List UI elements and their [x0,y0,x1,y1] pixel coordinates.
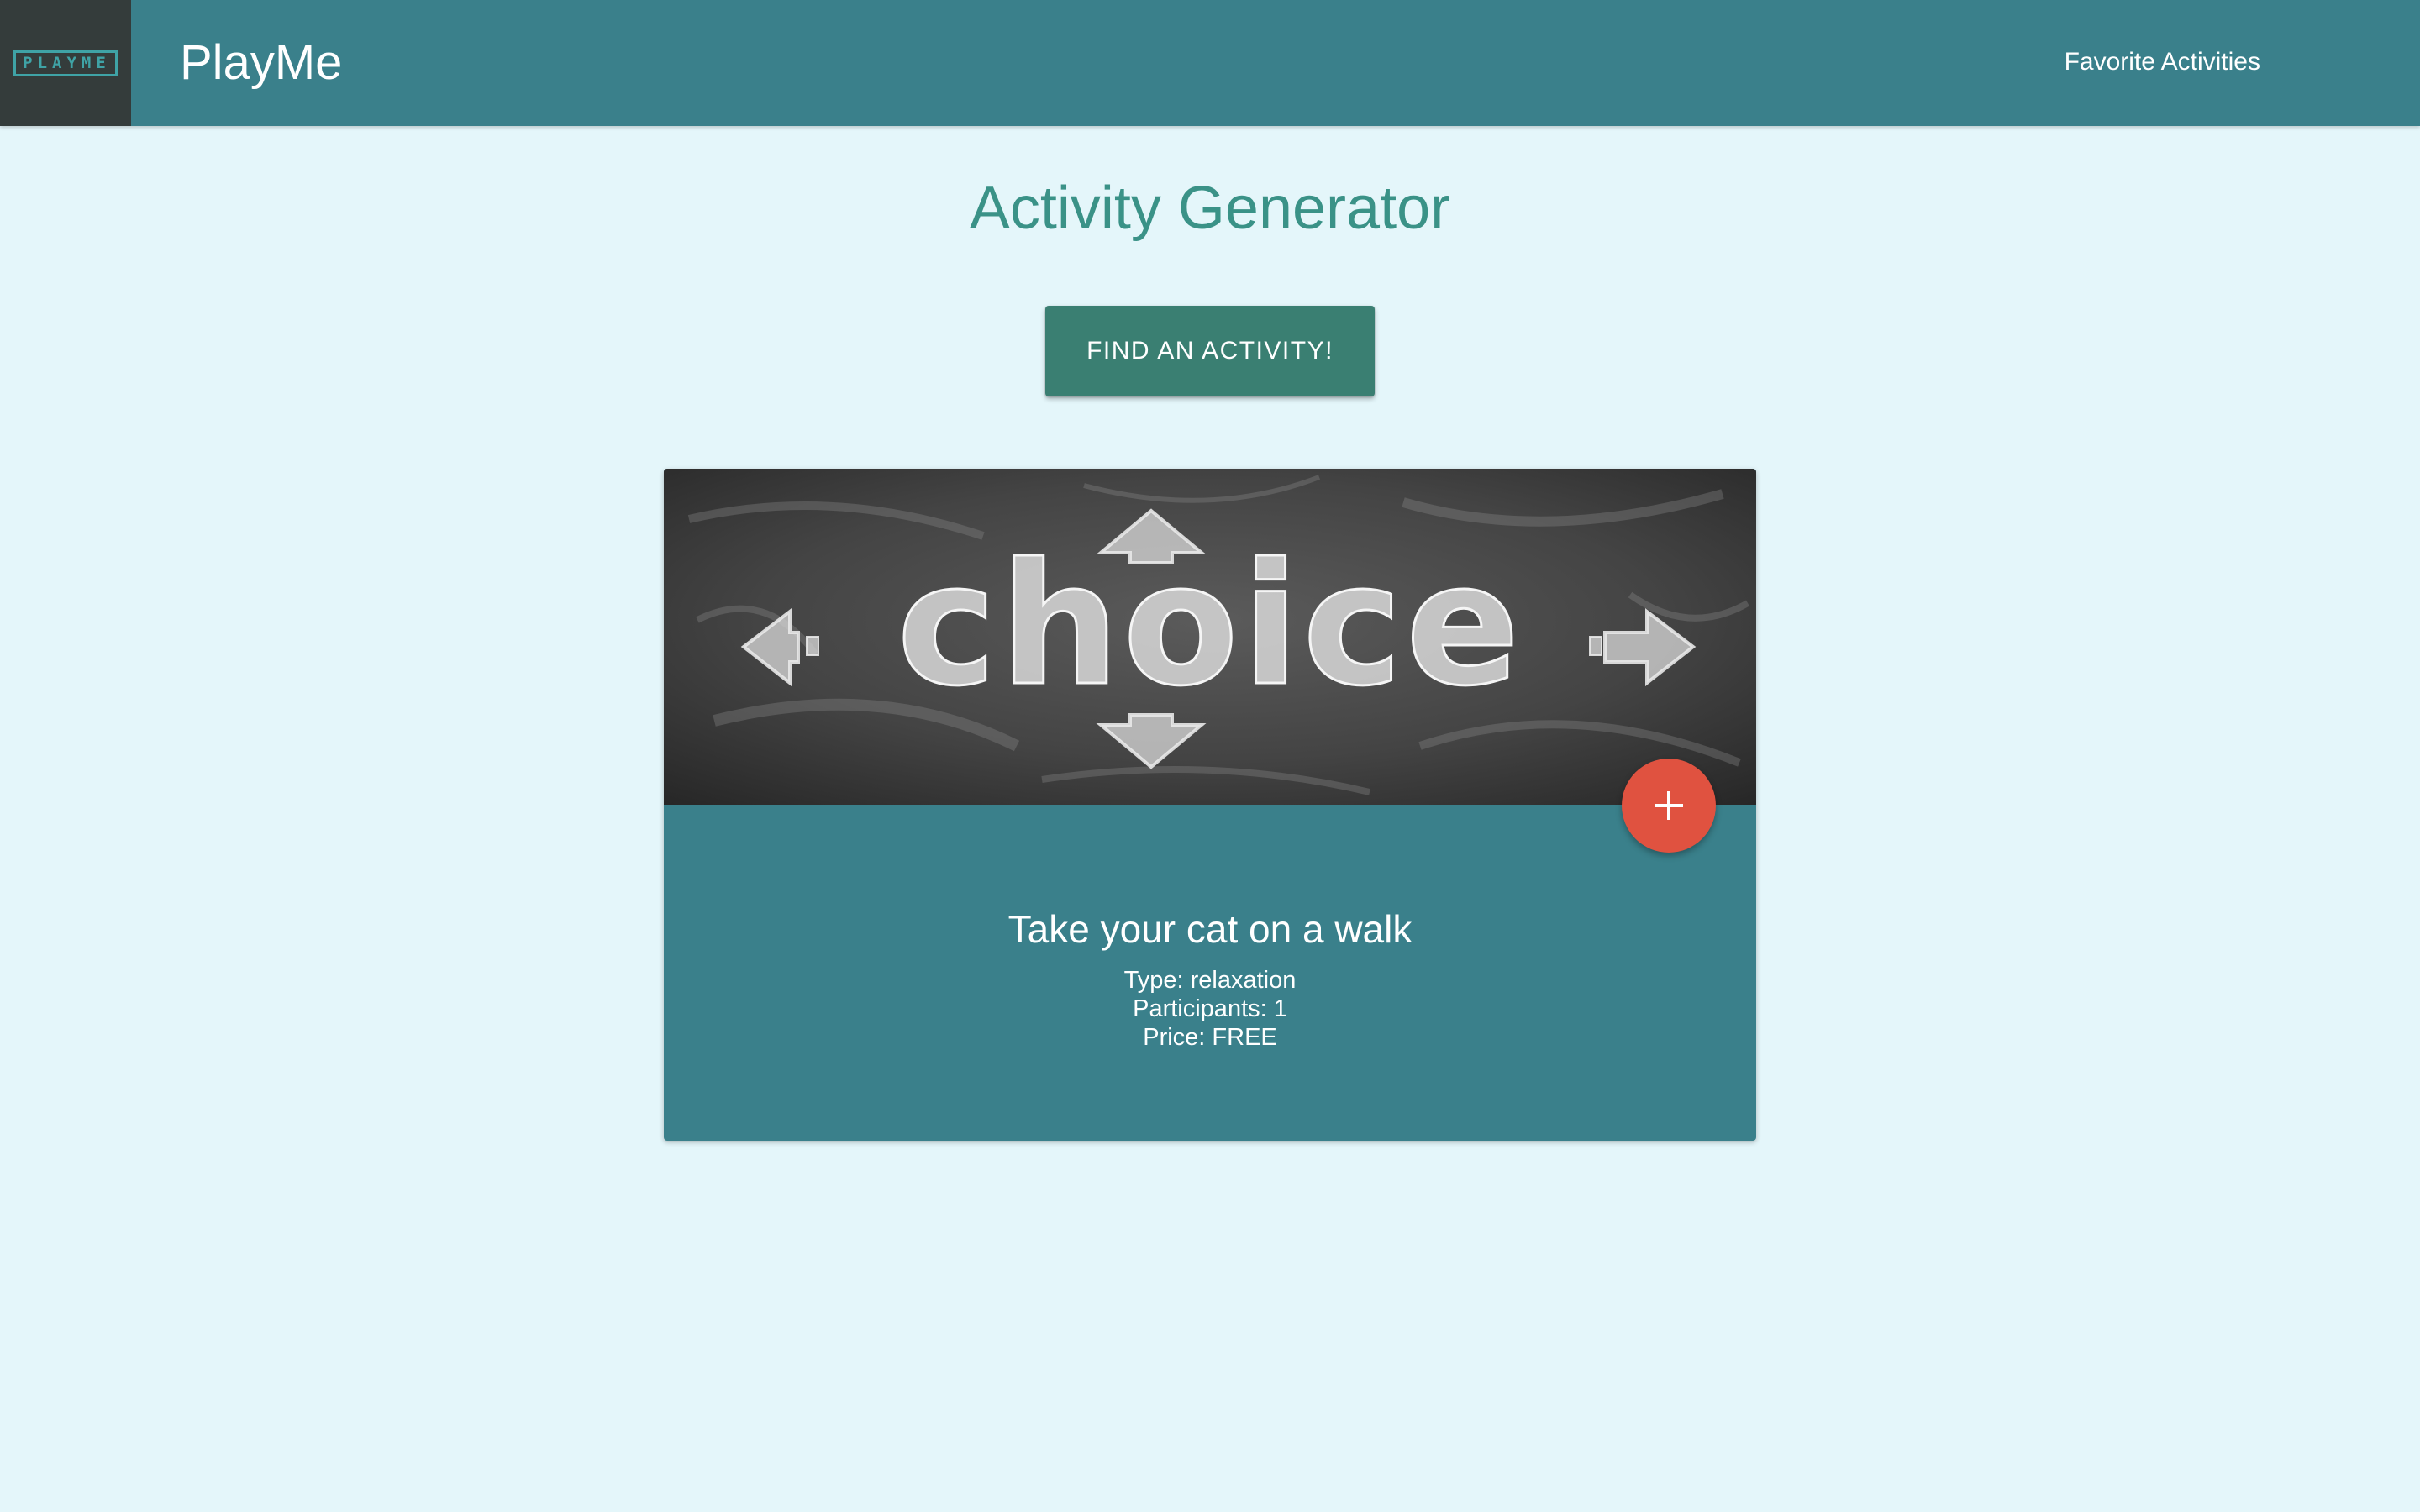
plus-icon [1655,791,1683,820]
logo[interactable]: PLAYME [0,0,131,126]
nav-link-favorite-activities[interactable]: Favorite Activities [2065,45,2260,79]
find-activity-button[interactable]: FIND AN ACTIVITY! [1045,306,1375,396]
chalkboard-word: choice [897,528,1523,723]
activity-type: Type: relaxation [1123,967,1297,994]
activity-participants: Participants: 1 [1133,995,1287,1022]
add-favorite-button[interactable] [1622,759,1716,853]
page-title: Activity Generator [969,175,1451,242]
navbar: PLAYME PlayMe Favorite Activities [0,0,2420,126]
logo-text: PLAYME [13,50,118,76]
brand-title[interactable]: PlayMe [180,34,342,92]
card-image: choice [664,469,1756,805]
activity-name: Take your cat on a walk [1007,907,1413,951]
activity-price: Price: FREE [1143,1024,1277,1051]
